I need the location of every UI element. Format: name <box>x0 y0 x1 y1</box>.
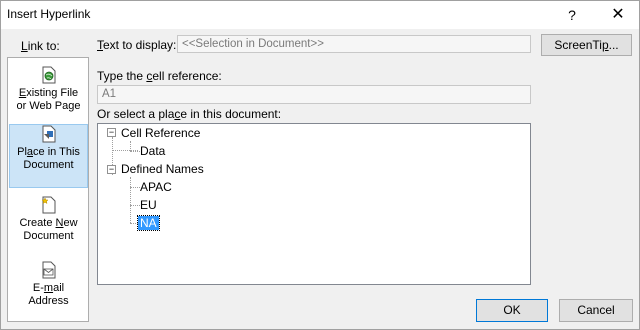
sidebar-item-label: E-mail <box>32 282 65 294</box>
title-bar: Insert Hyperlink ? ✕ <box>1 1 639 29</box>
cell-reference-label: Type the cell reference: <box>97 69 222 83</box>
dialog-title: Insert Hyperlink <box>7 7 91 21</box>
place-doc-icon <box>42 125 55 143</box>
tree-item-na[interactable]: NA <box>137 215 160 231</box>
tree-connector <box>130 205 140 206</box>
document-places-tree: − Cell Reference Data − Defined Names AP… <box>97 123 531 285</box>
link-to-sidebar: Existing File or Web Page Place in This … <box>7 57 89 322</box>
email-icon <box>42 261 55 279</box>
place-in-document-label: Or select a place in this document: <box>97 107 282 121</box>
sidebar-item-label-line2: or Web Page <box>16 100 81 112</box>
text-to-display-label: Text to display: <box>97 38 177 52</box>
help-button[interactable]: ? <box>553 1 591 29</box>
sidebar-item-existing-file[interactable]: Existing File or Web Page <box>9 66 88 130</box>
sidebar-item-label-line2: Address <box>28 295 69 307</box>
ok-button[interactable]: OK <box>476 299 548 322</box>
sidebar-item-place-in-document[interactable]: Place in This Document <box>9 124 88 188</box>
sidebar-item-label: Place in This <box>17 146 80 158</box>
close-button[interactable]: ✕ <box>599 1 637 29</box>
tree-item-data[interactable]: Data <box>140 143 165 159</box>
sidebar-item-email-address[interactable]: E-mail Address <box>9 261 88 325</box>
tree-connector <box>130 141 131 151</box>
text-to-display-field[interactable]: <<Selection in Document>> <box>177 35 531 53</box>
new-doc-icon <box>40 196 55 214</box>
tree-connector <box>130 151 140 152</box>
collapse-icon[interactable]: − <box>107 128 116 137</box>
tree-group-defined-names[interactable]: Defined Names <box>121 161 204 177</box>
link-to-label: Link to: <box>21 39 60 53</box>
globe-doc-icon <box>42 66 55 84</box>
sidebar-item-label: Existing File <box>18 87 79 99</box>
sidebar-item-label-line2: Document <box>23 230 74 242</box>
tree-group-cell-reference[interactable]: Cell Reference <box>121 125 200 141</box>
tree-item-eu[interactable]: EU <box>140 197 157 213</box>
sidebar-item-create-new-document[interactable]: Create New Document <box>9 196 88 260</box>
tree-item-apac[interactable]: APAC <box>140 179 172 195</box>
collapse-icon[interactable]: − <box>107 165 116 174</box>
tree-connector <box>130 177 131 223</box>
cell-reference-field[interactable]: A1 <box>97 85 531 104</box>
sidebar-item-label-line2: Document <box>23 159 74 171</box>
sidebar-item-label: Create New <box>19 217 78 229</box>
insert-hyperlink-dialog: Insert Hyperlink ? ✕ Link to: Existing F… <box>0 0 640 330</box>
cancel-button[interactable]: Cancel <box>559 299 633 322</box>
screentip-button[interactable]: ScreenTip... <box>541 34 632 56</box>
tree-connector <box>130 187 140 188</box>
